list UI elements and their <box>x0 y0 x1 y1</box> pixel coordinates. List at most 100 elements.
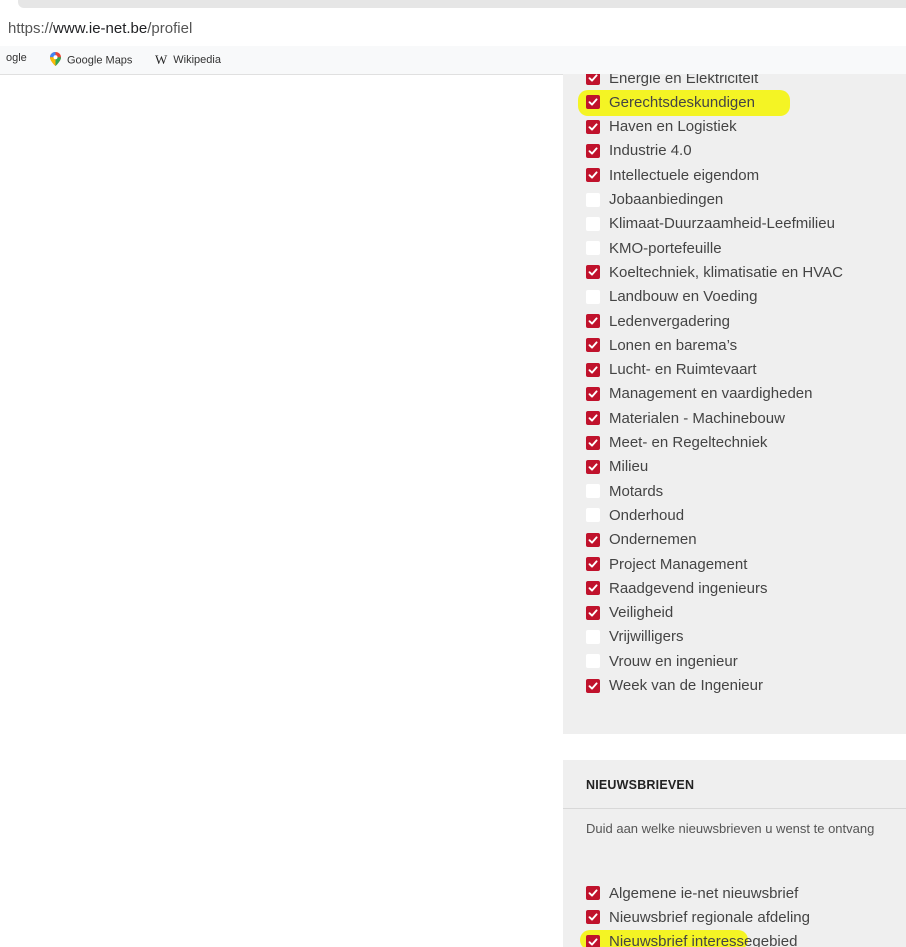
checkmark-icon <box>588 938 598 946</box>
checkmark-icon <box>588 74 598 82</box>
newsletters-header: NIEUWSBRIEVEN <box>563 760 906 809</box>
bookmark-google-maps[interactable]: Google Maps <box>50 52 132 69</box>
checkbox-checked[interactable] <box>586 557 600 571</box>
checkbox-row[interactable]: Lucht- en Ruimtevaart <box>586 359 757 381</box>
checkbox-label: Veiligheid <box>609 604 674 622</box>
checkbox-row[interactable]: Energie en Elektriciteit <box>586 74 758 89</box>
checkbox-row[interactable]: Haven en Logistiek <box>586 116 737 138</box>
checkbox-checked[interactable] <box>586 581 600 596</box>
checkmark-icon <box>588 609 598 617</box>
checkbox-checked[interactable] <box>586 532 600 547</box>
checkbox-row[interactable]: Nieuwsbrief regionale afdeling <box>586 906 810 928</box>
checkmark-icon <box>588 98 598 106</box>
checkbox-row[interactable]: Motards <box>586 480 663 502</box>
checkbox-row[interactable]: Klimaat-Duurzaamheid-Leefmilieu <box>586 213 835 235</box>
newsletters-panel: NIEUWSBRIEVEN Duid aan welke nieuwsbriev… <box>563 760 906 947</box>
checkbox-row[interactable]: Management en vaardigheden <box>586 383 812 405</box>
checkbox-row[interactable]: KMO-portefeuille <box>586 237 722 259</box>
checkbox-checked[interactable] <box>586 934 600 947</box>
url-host: www.ie-net.be <box>53 20 148 37</box>
checkbox-checked[interactable] <box>586 362 600 377</box>
checkmark-icon <box>588 317 598 325</box>
interests-panel: Energie en Elektriciteit Gerechtsdeskundi… <box>563 74 906 734</box>
url-text[interactable]: https://www.ie-net.be/profiel <box>8 20 192 37</box>
checkbox-row[interactable]: Intellectuele eigendom <box>586 164 759 186</box>
checkbox-row[interactable]: Jobaanbiedingen <box>586 189 723 211</box>
checkbox-checked[interactable] <box>586 119 600 134</box>
checkmark-icon <box>588 366 598 374</box>
checkmark-icon <box>588 438 598 447</box>
checkbox-label: Haven en Logistiek <box>609 118 737 136</box>
checkbox-label: Industrie 4.0 <box>609 142 692 160</box>
checkbox-row[interactable]: Materialen - Machinebouw <box>586 407 785 429</box>
checkbox-row[interactable]: Ledenvergadering <box>586 310 730 332</box>
checkbox-row[interactable]: Milieu <box>586 456 648 478</box>
checkbox-label: Lonen en barema’s <box>609 336 738 354</box>
checkbox-label: Management en vaardigheden <box>609 385 813 403</box>
checkbox-checked[interactable] <box>586 605 600 620</box>
checkbox-label: Vrijwilligers <box>609 628 684 646</box>
checkbox-unchecked[interactable] <box>586 192 600 207</box>
bookmark-wikipedia[interactable]: W Wikipedia <box>155 52 221 68</box>
checkmark-icon <box>588 123 598 131</box>
checkbox-row[interactable]: Veiligheid <box>586 602 673 624</box>
checkbox-label: Intellectuele eigendom <box>609 166 760 184</box>
checkbox-row[interactable]: Vrijwilligers <box>586 626 683 648</box>
checkbox-row[interactable]: Week van de Ingenieur <box>586 675 763 697</box>
checkmark-icon <box>588 889 598 897</box>
checkbox-checked[interactable] <box>586 411 600 426</box>
checkbox-row[interactable]: Landbouw en Voeding <box>586 286 757 308</box>
checkbox-checked[interactable] <box>586 314 600 328</box>
checkbox-label: Milieu <box>609 458 649 476</box>
checkbox-unchecked[interactable] <box>586 508 600 523</box>
checkmark-icon <box>588 390 598 398</box>
checkmark-icon <box>588 913 598 921</box>
checkmark-icon <box>588 341 598 349</box>
checkbox-row[interactable]: Onderhoud <box>586 504 684 526</box>
checkbox-unchecked[interactable] <box>586 629 600 644</box>
checkbox-checked[interactable] <box>586 168 600 183</box>
checkbox-label: Ondernemen <box>609 531 697 549</box>
checkbox-unchecked[interactable] <box>586 654 600 669</box>
checkmark-icon <box>588 560 598 568</box>
checkbox-checked[interactable] <box>586 886 600 900</box>
checkbox-checked[interactable] <box>586 143 600 158</box>
checkbox-checked[interactable] <box>586 265 600 280</box>
checkbox-unchecked[interactable] <box>586 216 600 231</box>
checkbox-row[interactable]: Gerechtsdeskundigen <box>586 91 755 113</box>
checkbox-row[interactable]: Nieuwsbrief interessegebied <box>586 931 797 947</box>
checkbox-row[interactable]: Raadgevend ingenieurs <box>586 577 767 599</box>
checkbox-row[interactable]: Industrie 4.0 <box>586 140 692 162</box>
bookmark-label: Google Maps <box>67 54 133 67</box>
checkbox-row[interactable]: Ondernemen <box>586 529 697 551</box>
checkbox-label: Motards <box>609 482 664 500</box>
checkbox-unchecked[interactable] <box>586 241 600 256</box>
checkmark-icon <box>588 147 598 155</box>
checkbox-label: Ledenvergadering <box>609 312 730 330</box>
checkbox-checked[interactable] <box>586 459 600 474</box>
bookmark-label: Wikipedia <box>173 53 221 66</box>
checkbox-checked[interactable] <box>586 386 600 401</box>
checkbox-unchecked[interactable] <box>586 289 600 304</box>
address-bar[interactable]: https://www.ie-net.be/profiel <box>0 14 906 46</box>
checkbox-row[interactable]: Lonen en barema’s <box>586 334 737 356</box>
newsletters-description: Duid aan welke nieuwsbrieven u wenst te … <box>586 821 875 836</box>
wikipedia-icon: W <box>155 52 168 67</box>
checkbox-label: Lucht- en Ruimtevaart <box>609 361 757 379</box>
checkbox-row[interactable]: Vrouw en ingenieur <box>586 650 738 672</box>
map-pin-icon <box>50 52 61 69</box>
checkbox-row[interactable]: Koeltechniek, klimatisatie en HVAC <box>586 261 843 283</box>
checkbox-checked[interactable] <box>586 678 600 693</box>
bookmark-google[interactable]: ogle <box>6 52 27 64</box>
browser-tab-strip <box>0 0 906 14</box>
checkbox-checked[interactable] <box>586 910 600 925</box>
checkbox-checked[interactable] <box>586 74 600 85</box>
checkbox-row[interactable]: Meet- en Regeltechniek <box>586 432 767 454</box>
checkbox-checked[interactable] <box>586 338 600 353</box>
checkmark-icon <box>588 414 598 422</box>
checkbox-checked[interactable] <box>586 435 600 450</box>
checkbox-unchecked[interactable] <box>586 484 600 499</box>
checkbox-checked[interactable] <box>586 95 600 110</box>
checkbox-row[interactable]: Algemene ie-net nieuwsbrief <box>586 882 798 904</box>
checkbox-row[interactable]: Project Management <box>586 553 747 575</box>
